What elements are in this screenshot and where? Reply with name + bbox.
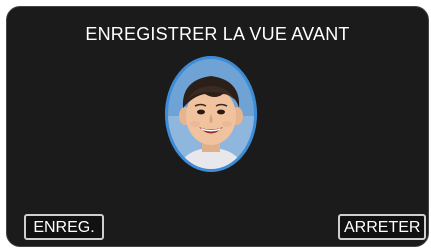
camera-screen: ENREGISTRER LA VUE AVANT ENREG. ARRETER	[0, 0, 431, 250]
screen-panel: ENREGISTRER LA VUE AVANT ENREG. ARRETER	[6, 6, 429, 247]
screen-title: ENREGISTRER LA VUE AVANT	[85, 24, 350, 44]
face-preview-image	[165, 56, 257, 172]
stop-button[interactable]: ARRETER	[338, 214, 426, 240]
record-button[interactable]: ENREG.	[24, 214, 104, 240]
face-guide-frame	[165, 56, 257, 172]
